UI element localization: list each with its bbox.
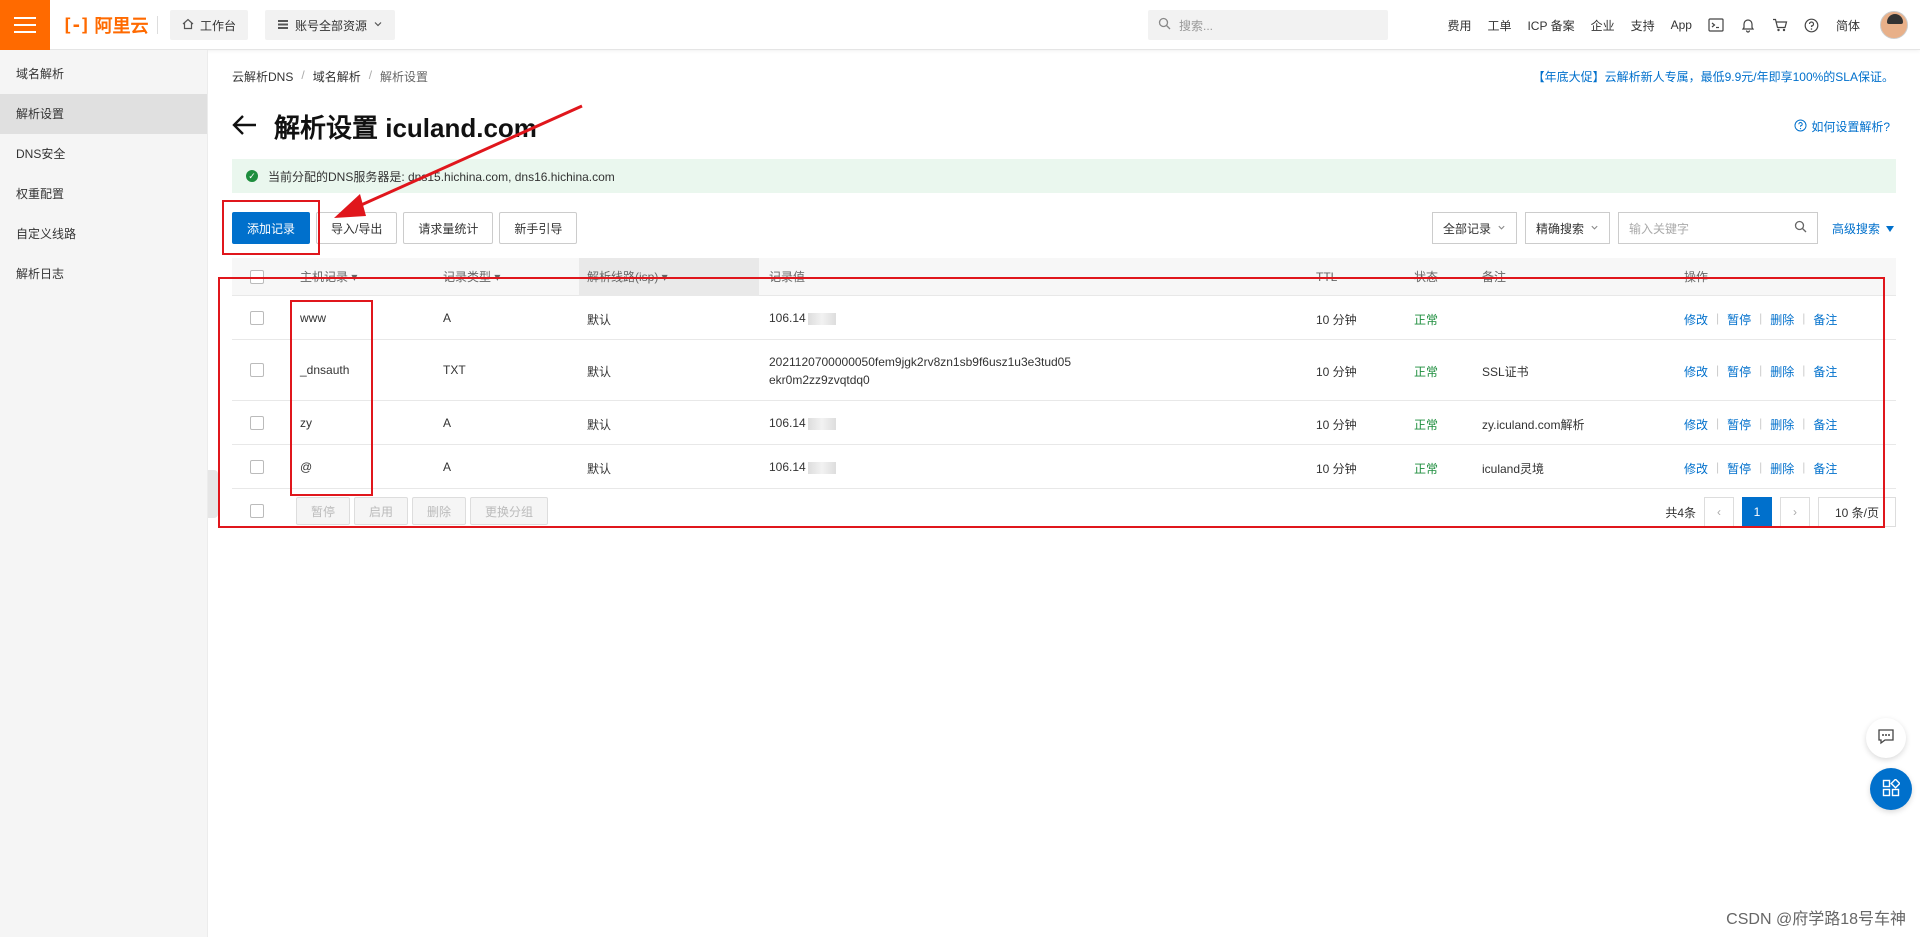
chat-icon <box>1877 728 1895 748</box>
workbench-button[interactable]: 工作台 <box>170 10 249 40</box>
cart-icon[interactable] <box>1772 17 1788 33</box>
match-mode-select[interactable]: 精确搜索 <box>1524 212 1610 244</box>
menu-icon[interactable] <box>0 0 50 50</box>
sidebar-item-dns-log[interactable]: 解析日志 <box>0 254 207 294</box>
annotation-box-table <box>218 277 1885 528</box>
help-icon[interactable] <box>1804 17 1820 33</box>
advanced-search-link[interactable]: 高级搜索 <box>1826 220 1894 237</box>
advanced-search-label: 高级搜索 <box>1831 221 1880 236</box>
back-arrow-icon[interactable] <box>232 114 258 139</box>
search-icon <box>1158 17 1171 33</box>
sidebar-item-weight[interactable]: 权重配置 <box>0 174 207 214</box>
resources-dropdown[interactable]: 账号全部资源 <box>265 10 396 40</box>
question-icon <box>1794 119 1807 135</box>
sidebar: 域名解析 解析设置 DNS安全 权重配置 自定义线路 解析日志 <box>0 50 208 937</box>
search-icon[interactable] <box>1794 220 1807 236</box>
caret-down-icon <box>1886 221 1894 235</box>
top-link-app[interactable]: App <box>1671 18 1692 32</box>
search-placeholder: 搜索... <box>1179 18 1214 33</box>
terminal-icon[interactable] <box>1708 17 1724 33</box>
help-link-label: 如何设置解析? <box>1811 120 1890 134</box>
top-link-tickets[interactable]: 工单 <box>1487 17 1511 34</box>
top-link-support[interactable]: 支持 <box>1631 17 1655 34</box>
logo-text: 阿里云 <box>94 16 149 36</box>
record-filter-select[interactable]: 全部记录 <box>1431 212 1517 244</box>
keyword-input[interactable]: 输入关键字 <box>1617 212 1818 244</box>
top-links: 费用 工单 ICP 备案 企业 支持 App 简体 <box>1447 0 1860 50</box>
avatar[interactable] <box>1880 11 1908 39</box>
sidebar-item-dns-security[interactable]: DNS安全 <box>0 134 207 174</box>
sidebar-item-dns-settings[interactable]: 解析设置 <box>0 94 207 134</box>
breadcrumb-domain-dns[interactable]: 域名解析 <box>313 68 361 85</box>
sidebar-item-domain-dns[interactable]: 域名解析 <box>0 54 207 94</box>
apps-float-button[interactable] <box>1870 768 1912 810</box>
top-link-icp[interactable]: ICP 备案 <box>1527 17 1574 34</box>
keyword-placeholder: 输入关键字 <box>1628 221 1689 236</box>
breadcrumb-cloud-dns[interactable]: 云解析DNS <box>232 68 293 85</box>
breadcrumb: 云解析DNS / 域名解析 / 解析设置 <box>232 68 428 85</box>
record-filter-value: 全部记录 <box>1442 221 1491 236</box>
annotation-box-add-button <box>222 200 320 255</box>
annotation-arrow <box>334 104 583 218</box>
bell-icon[interactable] <box>1740 17 1756 33</box>
workbench-label: 工作台 <box>200 18 237 33</box>
logo-mark: [-] <box>62 14 90 36</box>
how-to-configure-link[interactable]: 如何设置解析? <box>1794 118 1890 135</box>
feedback-chat-button[interactable] <box>1866 718 1906 758</box>
search-tools: 全部记录 精确搜索 输入关键字 高级搜索 <box>1431 212 1894 244</box>
promo-link[interactable]: 【年底大促】云解析新人专属，最低9.9元/年即享100%的SLA保证。 <box>1533 68 1894 85</box>
aliyun-logo[interactable]: [-] 阿里云 <box>62 12 149 38</box>
chevron-down-icon <box>1497 221 1506 235</box>
chevron-down-icon <box>1590 221 1599 235</box>
apps-icon <box>1882 777 1901 800</box>
watermark: CSDN @府学路18号车神 <box>1726 911 1906 928</box>
top-link-fees[interactable]: 费用 <box>1447 17 1471 34</box>
breadcrumb-current: 解析设置 <box>380 70 429 84</box>
resources-label: 账号全部资源 <box>295 18 368 33</box>
match-mode-value: 精确搜索 <box>1535 221 1584 236</box>
breadcrumb-separator: / <box>368 68 373 82</box>
top-bar: [-] 阿里云 工作台 账号全部资源 搜索... 费用 工单 ICP 备案 企业… <box>0 0 1920 50</box>
logo-divider <box>157 16 158 34</box>
sidebar-item-custom-line[interactable]: 自定义线路 <box>0 214 207 254</box>
chevron-down-icon <box>373 18 383 32</box>
top-link-enterprise[interactable]: 企业 <box>1591 17 1615 34</box>
global-search-input[interactable]: 搜索... <box>1148 10 1388 40</box>
language-switch[interactable]: 简体 <box>1836 17 1860 34</box>
list-icon <box>277 18 289 33</box>
annotation-box-host-column <box>290 300 373 496</box>
breadcrumb-separator: / <box>301 68 305 82</box>
check-circle-icon: ✓ <box>246 170 258 182</box>
home-icon <box>182 18 194 33</box>
